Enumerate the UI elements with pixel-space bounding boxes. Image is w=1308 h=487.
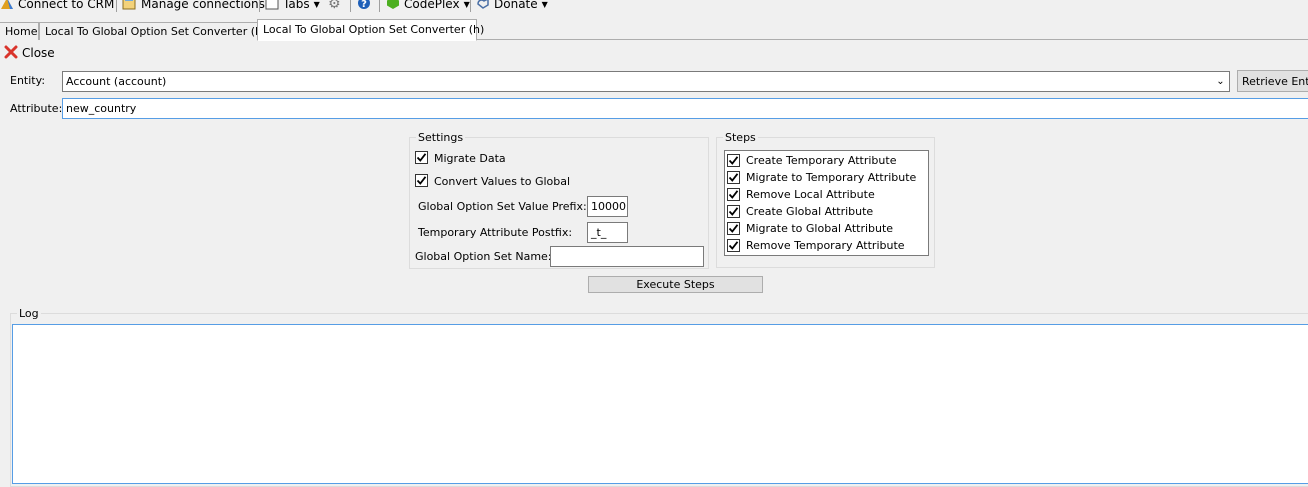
- log-legend: Log: [19, 307, 39, 320]
- manage-connections-icon: [122, 0, 137, 13]
- attribute-label: Attribute:: [10, 102, 63, 115]
- close-button[interactable]: Close: [4, 44, 55, 62]
- manage-connections-label: Manage connections: [141, 0, 265, 11]
- step-item[interactable]: Migrate to Global Attribute: [727, 220, 893, 237]
- help-button[interactable]: ?: [357, 0, 371, 13]
- crm-connect-icon: [0, 0, 14, 13]
- tab-label: Local To Global Option Set Converter (h): [263, 23, 485, 36]
- svg-text:?: ?: [361, 0, 367, 10]
- step-label: Create Temporary Attribute: [746, 154, 897, 167]
- settings-button[interactable]: ⚙: [328, 0, 341, 13]
- settings-legend: Settings: [418, 131, 464, 144]
- step-item[interactable]: Migrate to Temporary Attribute: [727, 169, 916, 186]
- option-set-name-label: Global Option Set Name:: [415, 250, 552, 263]
- donate-icon: [476, 0, 490, 13]
- execute-steps-button[interactable]: Execute Steps: [588, 276, 763, 293]
- checkmark-icon: [728, 207, 739, 216]
- postfix-value: _t_: [591, 226, 607, 239]
- log-textarea[interactable]: [12, 324, 1308, 484]
- tabs-dropdown-button[interactable]: Tabs ▼: [265, 0, 320, 13]
- convert-values-checkbox[interactable]: [415, 174, 428, 187]
- gear-icon: ⚙: [328, 0, 341, 12]
- checkmark-icon: [728, 173, 739, 182]
- donate-dropdown-button[interactable]: Donate ▼: [476, 0, 548, 13]
- step-label: Remove Local Attribute: [746, 188, 875, 201]
- prefix-value: 10000: [591, 200, 626, 213]
- attribute-value: new_country: [66, 102, 137, 115]
- manage-connections-button[interactable]: Manage connections: [122, 0, 265, 13]
- prefix-label: Global Option Set Value Prefix:: [418, 200, 587, 213]
- toolbar-separator: [116, 0, 117, 12]
- step-label: Migrate to Temporary Attribute: [746, 171, 917, 184]
- checkmark-icon: [728, 190, 739, 199]
- step-checkbox[interactable]: [727, 154, 740, 167]
- toolbar-separator: [350, 0, 351, 12]
- tab-label: Local To Global Option Set Converter (h): [45, 25, 267, 38]
- tab-local-to-global-converter-1[interactable]: Local To Global Option Set Converter (h): [39, 22, 266, 40]
- codeplex-label: CodePlex: [404, 0, 460, 11]
- step-item[interactable]: Create Global Attribute: [727, 203, 873, 220]
- connect-to-crm-label: Connect to CRM: [18, 0, 115, 11]
- retrieve-entities-button[interactable]: Retrieve Entities: [1237, 70, 1308, 92]
- migrate-data-checkbox[interactable]: [415, 151, 428, 164]
- retrieve-entities-label: Retrieve Entities: [1242, 74, 1308, 88]
- close-icon: [4, 45, 18, 62]
- checkmark-icon: [416, 176, 427, 185]
- close-label: Close: [22, 46, 55, 60]
- step-checkbox[interactable]: [727, 205, 740, 218]
- chevron-down-icon: ▼: [313, 0, 320, 9]
- step-checkbox[interactable]: [727, 222, 740, 235]
- postfix-label: Temporary Attribute Postfix:: [418, 226, 573, 239]
- checkmark-icon: [728, 241, 739, 250]
- donate-label: Donate: [494, 0, 538, 11]
- step-label: Create Global Attribute: [746, 205, 874, 218]
- step-item[interactable]: Remove Temporary Attribute: [727, 237, 905, 254]
- step-checkbox[interactable]: [727, 171, 740, 184]
- tab-home[interactable]: Home: [0, 22, 39, 40]
- option-set-name-input[interactable]: [550, 246, 704, 267]
- convert-values-label: Convert Values to Global: [434, 175, 571, 188]
- step-label: Remove Temporary Attribute: [746, 239, 905, 252]
- prefix-input[interactable]: 10000: [587, 196, 628, 217]
- entity-select-value: Account (account): [66, 75, 167, 88]
- toolbar-separator: [470, 0, 471, 12]
- migrate-data-label: Migrate Data: [434, 152, 506, 165]
- tab-local-to-global-converter-2[interactable]: Local To Global Option Set Converter (h): [257, 19, 484, 41]
- entity-select[interactable]: Account (account) ⌄: [62, 71, 1230, 92]
- toolbar-separator: [379, 0, 380, 12]
- help-icon: ?: [357, 0, 371, 13]
- step-checkbox[interactable]: [727, 239, 740, 252]
- step-item[interactable]: Create Temporary Attribute: [727, 152, 896, 169]
- step-item[interactable]: Remove Local Attribute: [727, 186, 875, 203]
- chevron-down-icon: ▼: [541, 0, 548, 9]
- chevron-down-icon: ▼: [463, 0, 470, 9]
- tab-strip: Home Local To Global Option Set Converte…: [0, 18, 1308, 41]
- execute-steps-label: Execute Steps: [636, 278, 715, 291]
- checkmark-icon: [728, 224, 739, 233]
- step-checkbox[interactable]: [727, 188, 740, 201]
- checkmark-icon: [416, 153, 427, 162]
- entity-label: Entity:: [10, 74, 46, 87]
- tab-label: Home: [5, 25, 38, 38]
- postfix-input[interactable]: _t_: [587, 222, 628, 243]
- steps-checklist[interactable]: Create Temporary Attribute Migrate to Te…: [724, 150, 929, 256]
- tabs-icon: [265, 0, 279, 13]
- codeplex-dropdown-button[interactable]: CodePlex ▼: [386, 0, 470, 13]
- step-label: Migrate to Global Attribute: [746, 222, 894, 235]
- steps-legend: Steps: [725, 131, 756, 144]
- attribute-select[interactable]: new_country: [62, 98, 1308, 119]
- tabs-label: Tabs: [283, 0, 310, 11]
- toolbar-separator: [259, 0, 260, 12]
- codeplex-icon: [386, 0, 400, 13]
- chevron-down-icon: ⌄: [1216, 76, 1225, 87]
- connect-to-crm-button[interactable]: Connect to CRM: [0, 0, 114, 13]
- checkmark-icon: [728, 156, 739, 165]
- toolbar: Connect to CRM Manage connections Tabs ▼…: [0, 0, 1308, 14]
